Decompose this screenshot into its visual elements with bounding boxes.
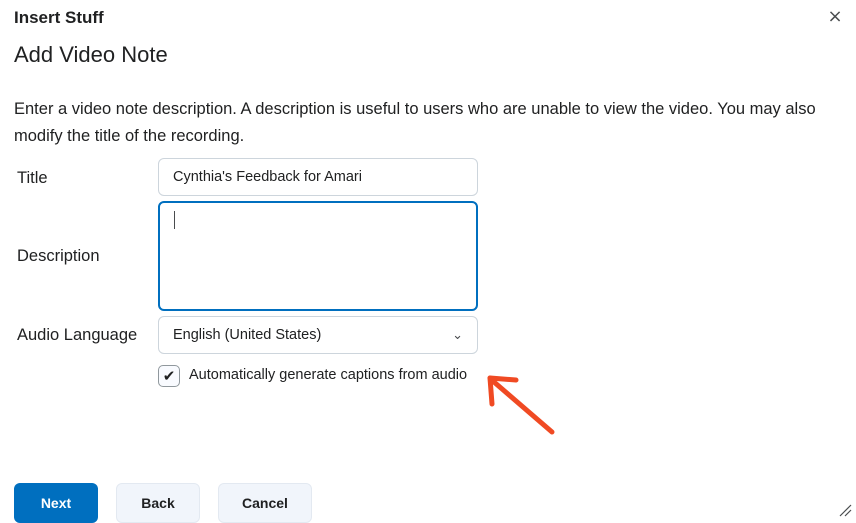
intro-text: Enter a video note description. A descri…: [14, 100, 816, 145]
text-cursor: [174, 211, 175, 229]
audio-language-select[interactable]: English (United States) ⌄: [158, 316, 478, 354]
checkmark-icon: ✔: [162, 366, 176, 385]
description-textarea[interactable]: [158, 201, 478, 311]
audio-language-label: Audio Language: [17, 326, 138, 344]
back-button[interactable]: Back: [116, 483, 200, 523]
captions-checkbox[interactable]: ✔: [158, 365, 180, 387]
audio-language-value: English (United States): [173, 327, 322, 343]
cancel-button[interactable]: Cancel: [218, 483, 312, 523]
close-icon[interactable]: ×: [824, 6, 846, 28]
next-button[interactable]: Next: [14, 483, 98, 523]
resize-grip-icon[interactable]: [838, 503, 852, 517]
title-input[interactable]: [158, 158, 478, 196]
captions-label: Automatically generate captions from aud…: [189, 367, 468, 383]
annotation-arrow-icon: [487, 375, 555, 435]
title-label: Title: [17, 169, 48, 187]
dialog-title: Insert Stuff: [14, 8, 104, 27]
page-title: Add Video Note: [14, 42, 168, 67]
description-label: Description: [17, 247, 100, 265]
chevron-down-icon: ⌄: [452, 327, 463, 343]
